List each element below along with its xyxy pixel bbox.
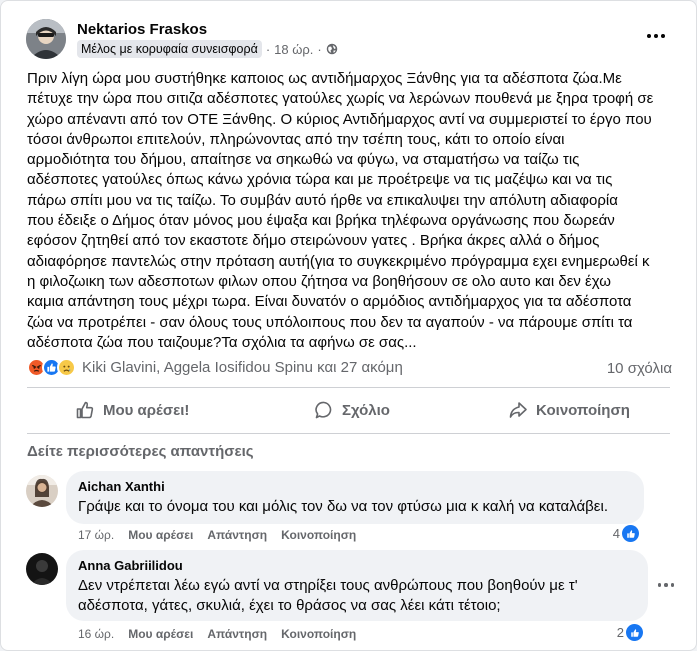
share-arrow-icon [509, 402, 527, 418]
comment-share-button[interactable]: Κοινοποίηση [281, 528, 356, 542]
commenter-name[interactable]: Anna Gabriilidou [78, 558, 636, 573]
comment-text: Γράψε και το όνομα του και μόλις τον δω … [78, 498, 608, 515]
post-options-icon[interactable] [644, 26, 668, 46]
post-text: Πριν λίγη ώρα μου συστήθηκε καποιος ως α… [27, 70, 654, 351]
comment-share-button[interactable]: Κοινοποίηση [281, 627, 356, 641]
comment-bubble-icon [315, 401, 332, 419]
comment-reply-button[interactable]: Απάντηση [207, 627, 267, 641]
like-icon [622, 525, 639, 542]
meta-dot: · [317, 41, 322, 57]
post-card: Nektarios Fraskos Μέλος με κορυφαία συνε… [0, 0, 697, 651]
see-more-replies-link[interactable]: Δείτε περισσότερες απαντήσεις [27, 443, 254, 460]
comment-like-count[interactable]: 4 [613, 525, 639, 542]
share-button-label: Κοινοποίηση [536, 401, 630, 419]
author-name[interactable]: Nektarios Fraskos [77, 21, 207, 38]
commenter-avatar-image [26, 553, 58, 585]
author-avatar-image [26, 19, 66, 59]
divider [27, 387, 670, 388]
comment-like-count-value: 2 [616, 625, 624, 640]
divider [27, 433, 670, 434]
post-time[interactable]: 18 ώρ. [274, 42, 313, 57]
comment-bubble: Aichan Xanthi Γράψε και το όνομα του και… [66, 471, 644, 524]
comment-reply-button[interactable]: Απάντηση [207, 528, 267, 542]
comment-bubble: Anna Gabriilidou Δεν ντρέπεται λέω εγώ α… [66, 550, 648, 621]
comment-like-button[interactable]: Μου αρέσει [128, 627, 193, 641]
top-contributor-badge[interactable]: Μέλος με κορυφαία συνεισφορά [77, 40, 262, 58]
post-meta: Μέλος με κορυφαία συνεισφορά · 18 ώρ. · [77, 40, 338, 58]
commenter-avatar-image [26, 475, 58, 507]
reaction-names[interactable]: Kiki Glavini, Aggela Iosifidou Spinu και… [82, 359, 403, 376]
like-button-label: Μου αρέσει! [103, 401, 190, 419]
meta-separator: · [265, 41, 271, 57]
like-button[interactable]: Μου αρέσει! [75, 398, 189, 422]
comment-like-button[interactable]: Μου αρέσει [128, 528, 193, 542]
comment-time[interactable]: 16 ώρ. [78, 627, 114, 641]
globe-icon[interactable] [326, 43, 338, 55]
comment-like-count[interactable]: 2 [617, 624, 643, 641]
comment-like-count-value: 4 [612, 526, 620, 541]
commenter-avatar[interactable] [26, 553, 58, 585]
comment-options-icon[interactable] [656, 575, 676, 595]
commenter-avatar[interactable] [26, 475, 58, 507]
comment-time[interactable]: 17 ώρ. [78, 528, 114, 542]
thumbs-up-icon [76, 401, 94, 419]
like-icon [626, 624, 643, 641]
comment-actions: 17 ώρ. Μου αρέσει Απάντηση Κοινοποίηση [78, 528, 356, 542]
reactions-summary[interactable]: Kiki Glavini, Aggela Iosifidou Spinu και… [27, 358, 403, 377]
comment-text: Δεν ντρέπεται λέω εγώ αντί να στηρίξει τ… [78, 577, 578, 614]
comment-button[interactable]: Σχόλιο [314, 398, 390, 422]
sad-icon [57, 358, 76, 377]
author-avatar[interactable] [26, 19, 66, 59]
comments-count[interactable]: 10 σχόλια [607, 360, 672, 377]
share-button[interactable]: Κοινοποίηση [508, 398, 630, 422]
commenter-name[interactable]: Aichan Xanthi [78, 479, 632, 494]
comment-button-label: Σχόλιο [342, 401, 390, 419]
comment-actions: 16 ώρ. Μου αρέσει Απάντηση Κοινοποίηση [78, 627, 356, 641]
